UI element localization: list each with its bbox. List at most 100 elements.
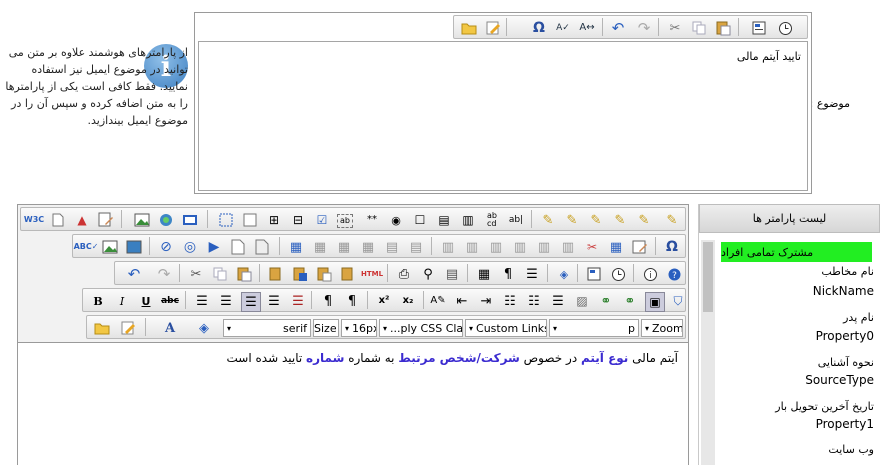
insert-button-icon[interactable]: ⊟	[289, 211, 307, 229]
media-icon[interactable]: ◎	[181, 238, 199, 256]
paste-word-icon[interactable]	[291, 265, 309, 283]
format-painter-icon[interactable]: ✎	[539, 211, 557, 229]
horizontal-rule-icon[interactable]: ☰	[523, 265, 541, 283]
insert-textbox-icon[interactable]: ab	[337, 214, 353, 228]
subscript-icon[interactable]: x₂	[399, 292, 417, 310]
insert-symbol-icon[interactable]: ⛉	[669, 292, 687, 310]
param-value[interactable]: NickName	[813, 284, 874, 298]
insert-table-icon[interactable]: ▦	[287, 238, 305, 256]
body-folder-icon[interactable]	[93, 319, 111, 337]
param-related-entity[interactable]: شرکت/شخص مرتبط	[398, 351, 519, 365]
body-redo-icon[interactable]: ↷	[155, 265, 173, 283]
body-edit-icon[interactable]	[119, 319, 137, 337]
insert-hidden-field-icon[interactable]: **	[363, 211, 381, 229]
format-icon[interactable]: A✎	[429, 292, 447, 310]
print-preview-icon[interactable]: ▲	[73, 211, 91, 229]
param-label[interactable]: وب سایت	[828, 443, 874, 456]
param-label[interactable]: نام مخاطب	[821, 265, 874, 278]
save-template-icon[interactable]	[97, 211, 115, 229]
w3c-validate-icon[interactable]: W3C	[24, 211, 44, 229]
remove-link-icon[interactable]: ⚭	[621, 292, 639, 310]
param-value[interactable]: SourceType	[805, 373, 874, 387]
redo-icon[interactable]: ↷	[635, 19, 653, 37]
outdent-icon[interactable]: ⇤	[453, 292, 471, 310]
param-number[interactable]: شماره	[306, 351, 344, 365]
params-scroll-thumb[interactable]	[703, 242, 713, 312]
delete-col-icon[interactable]: ▥	[463, 238, 481, 256]
insert-frame-icon[interactable]	[241, 211, 259, 229]
clock-icon[interactable]	[776, 19, 794, 37]
paragraph-dropdown[interactable]: ▾ p	[549, 319, 639, 337]
select-all-icon[interactable]: ▤	[443, 265, 461, 283]
flash-manager-icon[interactable]	[157, 211, 175, 229]
insert-select-icon[interactable]: ▤	[435, 211, 453, 229]
insert-radio-icon[interactable]: ◉	[387, 211, 405, 229]
insert-file-icon[interactable]	[253, 238, 271, 256]
print-icon[interactable]: ⎙	[395, 265, 413, 283]
spellcheck-icon[interactable]: A✓	[554, 19, 572, 37]
find-icon[interactable]: ⚲	[419, 265, 437, 283]
body-undo-icon[interactable]: ↶	[125, 265, 143, 283]
param-item-all-contacts[interactable]: مشترک تمامی افراد	[721, 242, 872, 262]
highlight-3-icon[interactable]: ✎	[611, 211, 629, 229]
background-image-icon[interactable]: ▨	[573, 292, 591, 310]
paste-plain-icon[interactable]	[315, 265, 333, 283]
superscript-icon[interactable]: x²	[375, 292, 393, 310]
merge-down-icon[interactable]: ▥	[559, 238, 577, 256]
paragraph-mark-icon[interactable]: ¶	[499, 265, 517, 283]
highlight-color-icon[interactable]: ◈	[195, 319, 213, 337]
body-clock-icon[interactable]	[609, 265, 627, 283]
italic-icon[interactable]: I	[113, 292, 131, 310]
help-icon[interactable]: ?	[665, 265, 683, 283]
subject-text-area[interactable]: تایید آیتم مالی	[198, 41, 808, 191]
insert-listbox-icon[interactable]: ▥	[459, 211, 477, 229]
delete-table-icon[interactable]: ▦	[359, 238, 377, 256]
custom-links-dropdown[interactable]: ▾ Custom Links	[465, 319, 547, 337]
size-dropdown[interactable]: Size	[313, 319, 339, 337]
insert-textarea-icon[interactable]: ab cd	[483, 211, 501, 229]
params-scrollbar[interactable]	[701, 240, 715, 465]
insert-link-icon[interactable]: ⚭	[597, 292, 615, 310]
rtl-icon[interactable]: ¶	[343, 292, 361, 310]
indent-icon[interactable]: ⇥	[477, 292, 495, 310]
body-template-icon[interactable]	[585, 265, 603, 283]
insert-document-icon[interactable]	[229, 238, 247, 256]
folder-icon[interactable]	[460, 19, 478, 37]
font-name-dropdown[interactable]: ▾ serif	[223, 319, 311, 337]
edit-icon[interactable]	[484, 19, 502, 37]
delete-cell-icon[interactable]: ✂	[583, 238, 601, 256]
omega-icon[interactable]: Ω	[530, 19, 548, 37]
ltr-icon[interactable]: ¶	[319, 292, 337, 310]
insert-row-icon[interactable]: ▤	[383, 238, 401, 256]
cell-props-icon[interactable]: ▦	[335, 238, 353, 256]
param-label[interactable]: نام پدر	[843, 311, 874, 324]
css-class-dropdown[interactable]: ▾...ply CSS Class	[379, 319, 463, 337]
insert-div-icon[interactable]	[217, 211, 235, 229]
font-color-icon[interactable]: A	[161, 319, 179, 337]
underline-icon[interactable]: U	[137, 292, 155, 310]
insert-label-icon[interactable]: ab|	[507, 211, 525, 229]
bullet-list-icon[interactable]: ☷	[525, 292, 543, 310]
param-label[interactable]: نحوه آشنایی	[818, 356, 874, 369]
image-manager-icon[interactable]	[133, 211, 151, 229]
body-text-area[interactable]: آیتم مالی نوع آیتم در خصوص شرکت/شخص مرتب…	[18, 342, 688, 465]
justify-none-icon[interactable]: ☰	[289, 292, 307, 310]
media-manager-icon[interactable]	[181, 211, 199, 229]
align-justify-icon[interactable]: ☰	[265, 292, 283, 310]
insert-date-icon[interactable]: ▦	[475, 265, 493, 283]
body-cut-icon[interactable]: ✂	[187, 265, 205, 283]
insert-image-button-icon[interactable]: ☐	[411, 211, 429, 229]
align-center-icon[interactable]: ☰	[217, 292, 235, 310]
font-size-dropdown[interactable]: ▾16px	[341, 319, 377, 337]
new-document-icon[interactable]	[49, 211, 67, 229]
spell-check-icon[interactable]: ABC✓	[74, 238, 99, 256]
bold-icon[interactable]: B	[89, 292, 107, 310]
body-copy-icon[interactable]	[211, 265, 229, 283]
align-right-icon[interactable]: ☰	[241, 292, 261, 312]
about-icon[interactable]: i	[641, 265, 659, 283]
paste-html-icon[interactable]: HTML	[361, 265, 383, 283]
zoom-dropdown[interactable]: ▾ Zoom	[641, 319, 683, 337]
merge-right-icon[interactable]: ▥	[535, 238, 553, 256]
table-wizard-icon[interactable]: ▦	[607, 238, 625, 256]
paste-as-html-icon[interactable]	[339, 265, 357, 283]
